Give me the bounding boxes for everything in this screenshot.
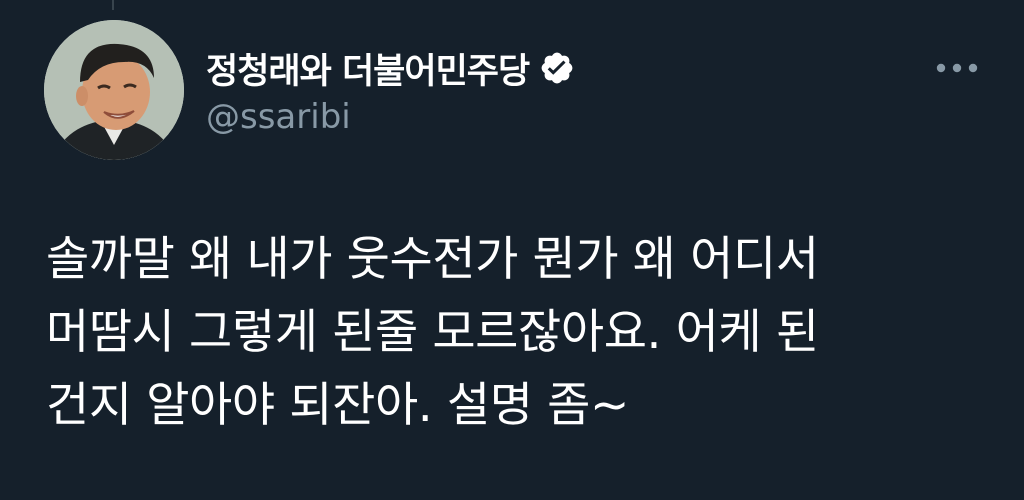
author-handle[interactable]: @ssaribi <box>206 97 575 137</box>
author-display-name[interactable]: 정청래와 더불어민주당 <box>206 43 530 94</box>
avatar-photo <box>44 20 184 160</box>
more-options-icon[interactable] <box>930 54 984 82</box>
verified-badge-icon <box>539 50 575 86</box>
tweet-card: 정청래와 더불어민주당 @ssaribi 솔까말 왜 내가 웃수전가 뭔가 왜 … <box>0 0 1024 500</box>
author-name-row: 정청래와 더불어민주당 <box>206 42 575 94</box>
tweet-author: 정청래와 더불어민주당 @ssaribi <box>206 42 575 137</box>
avatar[interactable] <box>44 20 184 160</box>
tweet-text: 솔까말 왜 내가 웃수전가 뭔가 왜 어디서 머땀시 그렇게 된줄 모르잖아요.… <box>46 232 819 433</box>
